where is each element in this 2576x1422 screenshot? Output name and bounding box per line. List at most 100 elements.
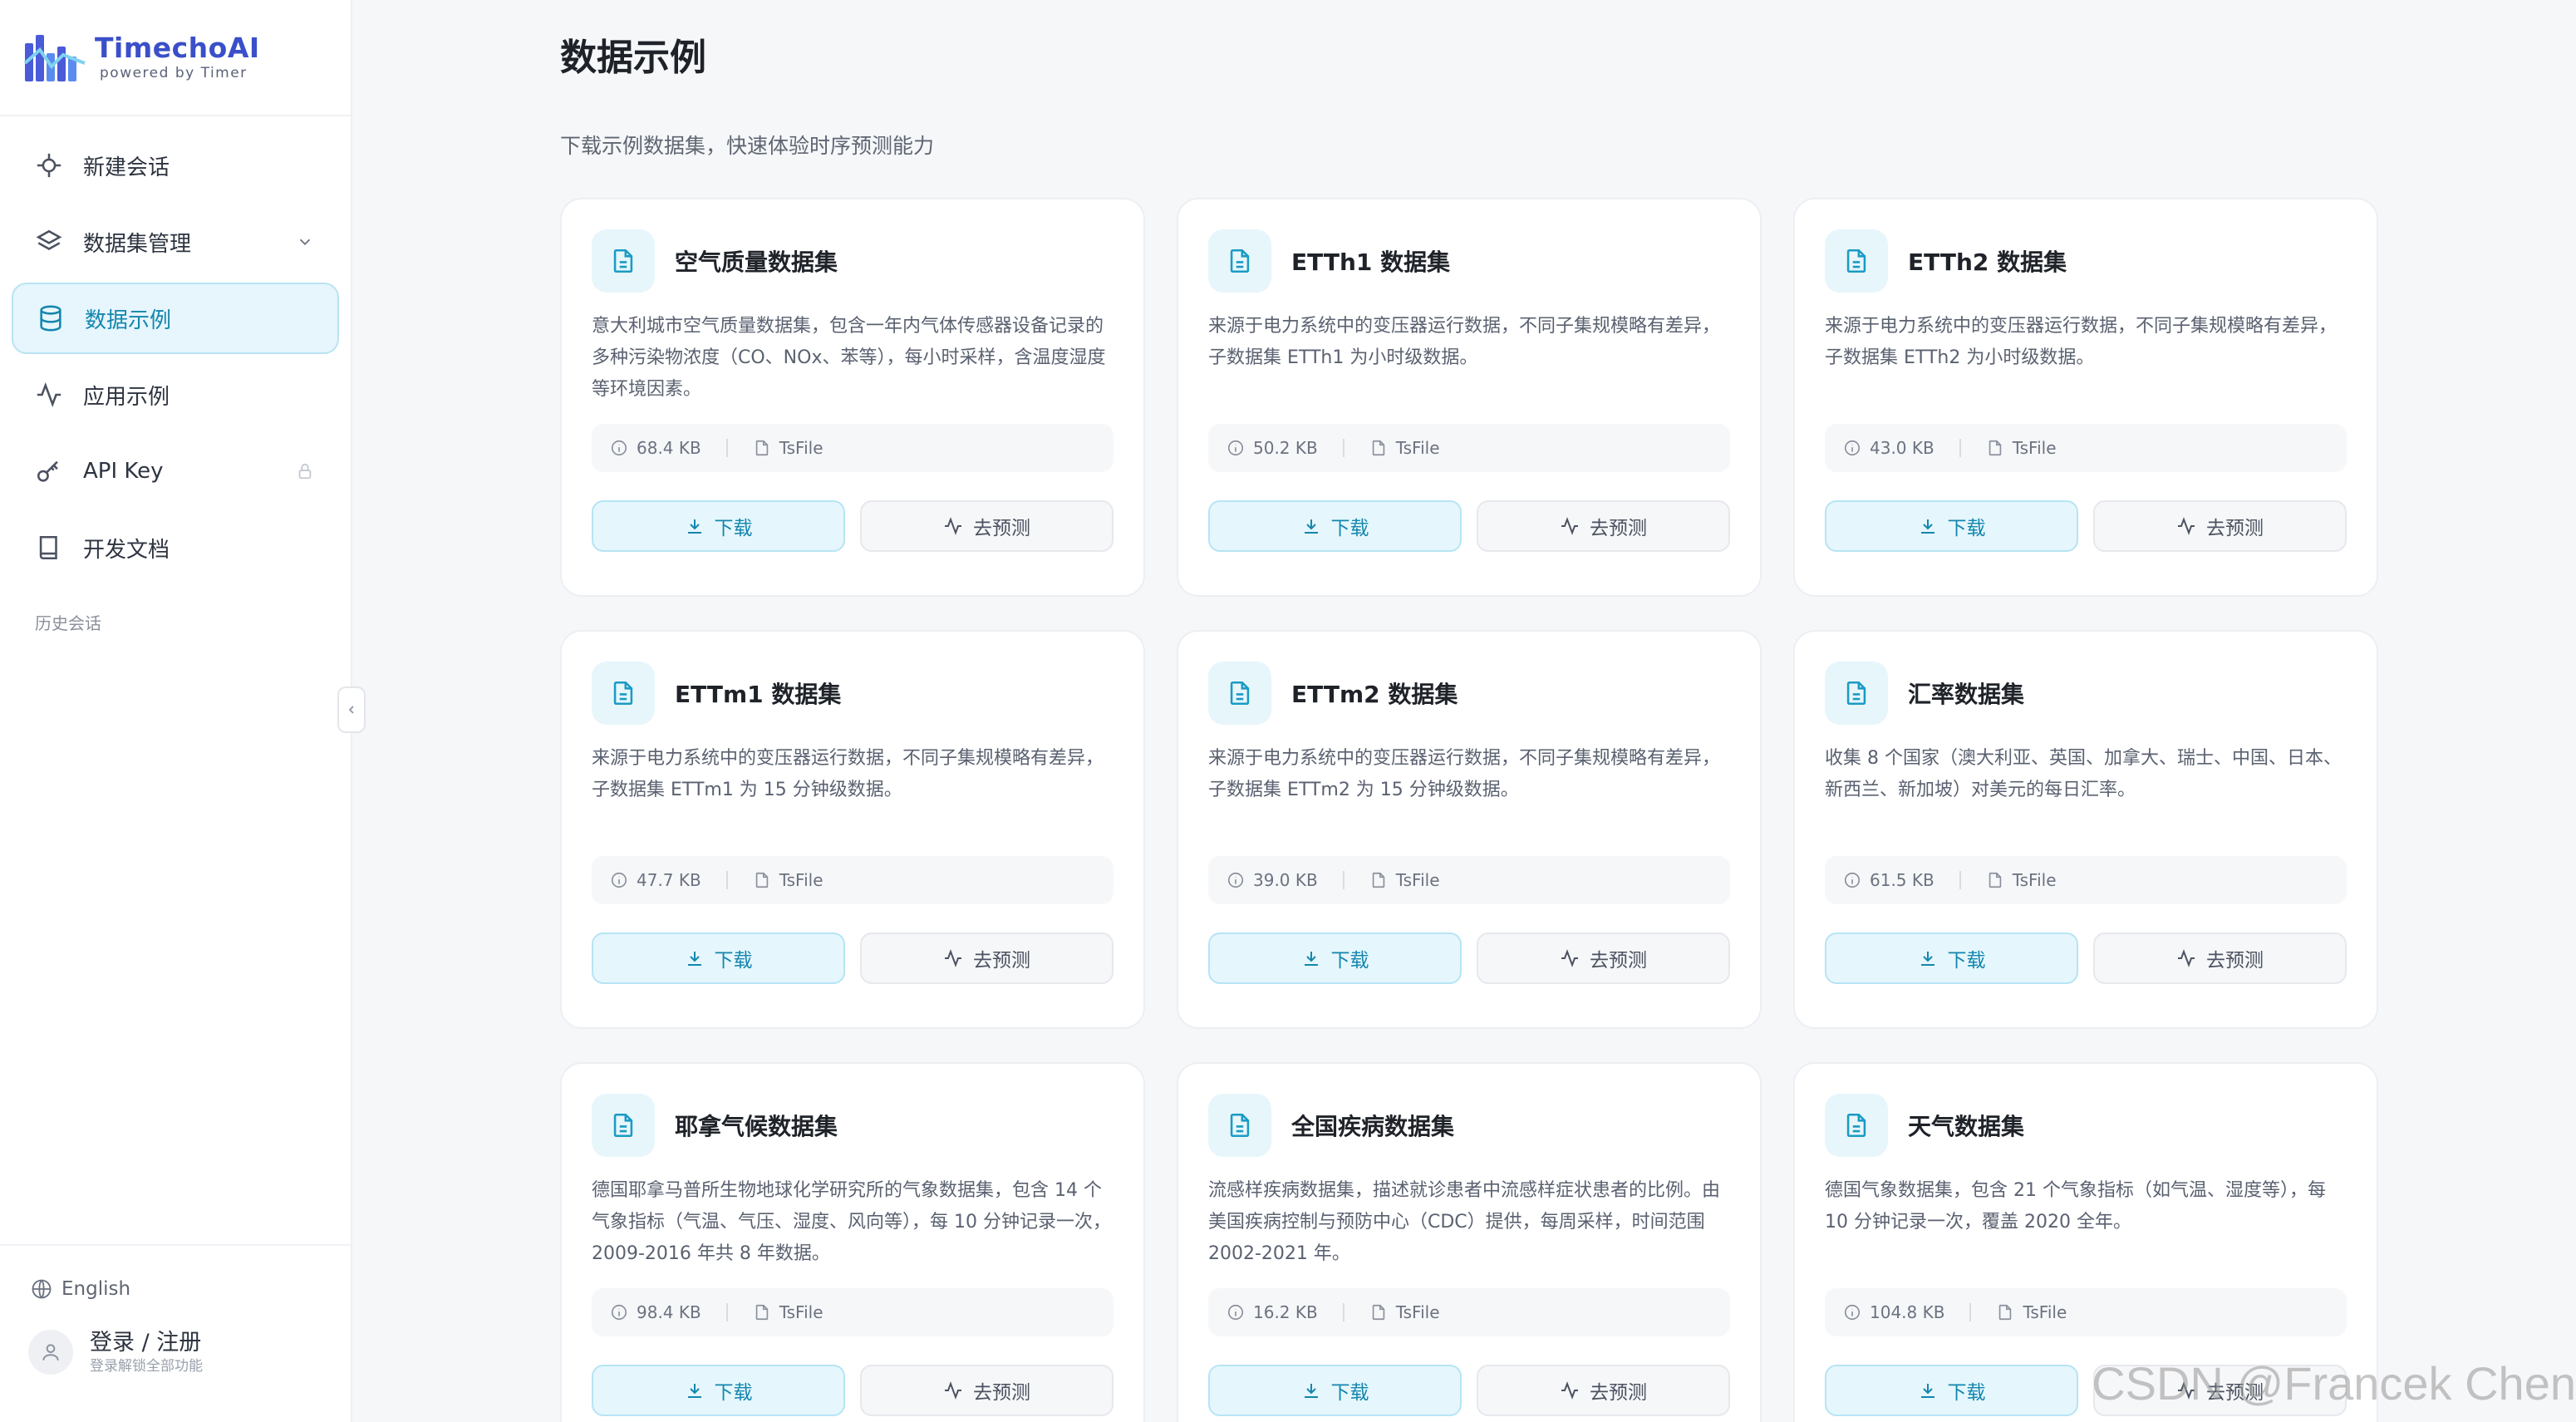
language-label: English (61, 1278, 131, 1300)
sidebar-collapse-button[interactable] (337, 686, 366, 733)
sidebar-item-app-examples[interactable]: 应用示例 (12, 359, 339, 431)
download-button[interactable]: 下载 (1825, 932, 2078, 984)
card-title: 空气质量数据集 (675, 248, 838, 276)
download-icon (1920, 952, 1934, 966)
download-button[interactable]: 下载 (1208, 1365, 1462, 1416)
meta-divider (1959, 439, 1961, 457)
card-icon-wrap (1208, 229, 1271, 293)
card-meta: 47.7 KB TsFile (592, 856, 1113, 904)
predict-button[interactable]: 去预测 (860, 932, 1113, 984)
activity-icon (2178, 949, 2195, 967)
predict-button[interactable]: 去预测 (2093, 932, 2347, 984)
login-register[interactable]: 登录 / 注册 登录解锁全部功能 (0, 1301, 351, 1375)
card-meta: 16.2 KB TsFile (1208, 1288, 1730, 1336)
file-icon (755, 440, 768, 456)
activity-icon (945, 1381, 961, 1400)
download-label: 下载 (1947, 950, 1986, 972)
download-button[interactable]: 下载 (592, 500, 845, 552)
card-icon-wrap (1208, 662, 1271, 725)
info-icon (611, 440, 627, 456)
card-meta: 68.4 KB TsFile (592, 424, 1113, 472)
activity-icon (1561, 949, 1578, 967)
card-meta: 50.2 KB TsFile (1208, 424, 1730, 472)
sidebar-item-dev-docs[interactable]: 开发文档 (12, 512, 339, 583)
file-icon (1372, 1304, 1384, 1321)
activity-icon (945, 517, 961, 535)
activity-icon (1561, 1381, 1578, 1400)
sidebar: TimechoAI powered by Timer 新建会话 数据集管理 数据… (0, 0, 366, 1422)
download-button[interactable]: 下载 (592, 1365, 845, 1416)
sidebar-item-dataset-management[interactable]: 数据集管理 (12, 206, 339, 278)
file-icon (1372, 872, 1384, 888)
file-text-icon (613, 248, 633, 273)
database-icon (40, 305, 61, 332)
download-icon (687, 952, 701, 966)
predict-label: 去预测 (2206, 518, 2264, 539)
meta-divider (725, 871, 728, 889)
file-format: TsFile (2012, 870, 2057, 890)
download-icon (1304, 1384, 1318, 1398)
card-icon-wrap (1825, 662, 1888, 725)
sidebar-item-data-examples[interactable]: 数据示例 (12, 283, 339, 354)
download-label: 下载 (714, 1382, 753, 1404)
download-label: 下载 (1330, 1382, 1369, 1404)
file-format: TsFile (779, 1302, 823, 1322)
download-icon (1920, 519, 1934, 534)
file-text-icon (1846, 681, 1866, 706)
file-text-icon (1230, 248, 1250, 273)
card-description: 德国气象数据集，包含 21 个气象指标（如气温、湿度等），每 10 分钟记录一次… (1825, 1180, 2326, 1233)
predict-button[interactable]: 去预测 (1477, 500, 1730, 552)
sidebar-nav: 新建会话 数据集管理 数据示例 应用示例 API Key 开发文档 历史会话 (0, 116, 351, 634)
predict-button[interactable]: 去预测 (860, 1365, 1113, 1416)
card-meta: 61.5 KB TsFile (1825, 856, 2347, 904)
file-format: TsFile (2023, 1302, 2067, 1322)
file-text-icon (1230, 681, 1250, 706)
file-icon (755, 872, 768, 888)
predict-button[interactable]: 去预测 (1477, 932, 1730, 984)
card-meta: 98.4 KB TsFile (592, 1288, 1113, 1336)
language-switch[interactable]: English (0, 1246, 351, 1301)
activity-icon (2178, 517, 2195, 535)
predict-button[interactable]: 去预测 (860, 500, 1113, 552)
info-icon (1227, 872, 1244, 888)
card-icon-wrap (1208, 1094, 1271, 1157)
download-button[interactable]: 下载 (1825, 1365, 2078, 1416)
download-button[interactable]: 下载 (1825, 500, 2078, 552)
timecho-logo-icon (23, 35, 86, 81)
file-format: TsFile (2012, 438, 2057, 458)
download-icon (687, 519, 701, 534)
file-format: TsFile (779, 870, 823, 890)
meta-divider (1342, 871, 1345, 889)
meta-divider (1969, 1303, 1972, 1321)
file-text-icon (1846, 1113, 1866, 1138)
download-button[interactable]: 下载 (592, 932, 845, 984)
sidebar-item-label: 数据集管理 (83, 231, 192, 257)
card-description: 收集 8 个国家（澳大利亚、英国、加拿大、瑞士、中国、日本、新西兰、新加坡）对美… (1825, 748, 2342, 800)
chevron-down-icon[interactable] (296, 233, 314, 251)
download-button[interactable]: 下载 (1208, 932, 1462, 984)
download-icon (1304, 952, 1318, 966)
dataset-card: 全国疾病数据集 流感样疾病数据集，描述就诊患者中流感样症状患者的比例。由美国疾病… (1177, 1062, 1762, 1422)
predict-button[interactable]: 去预测 (1477, 1365, 1730, 1416)
download-button[interactable]: 下载 (1208, 500, 1462, 552)
download-label: 下载 (1947, 518, 1986, 539)
card-title: 汇率数据集 (1908, 681, 2025, 708)
card-meta: 39.0 KB TsFile (1208, 856, 1730, 904)
meta-divider (1959, 871, 1961, 889)
dataset-card: 汇率数据集 收集 8 个国家（澳大利亚、英国、加拿大、瑞士、中国、日本、新西兰、… (1793, 630, 2378, 1029)
card-description: 德国耶拿马普所生物地球化学研究所的气象数据集，包含 14 个气象指标（气温、气压… (592, 1180, 1111, 1264)
brand[interactable]: TimechoAI powered by Timer (0, 0, 351, 116)
sidebar-item-label: API Key (83, 459, 164, 484)
dataset-card: ETTm2 数据集 来源于电力系统中的变压器运行数据，不同子集规模略有差异，子数… (1177, 630, 1762, 1029)
predict-button[interactable]: 去预测 (2093, 1365, 2347, 1416)
file-format: TsFile (1395, 870, 1440, 890)
sidebar-item-label: 新建会话 (83, 155, 170, 180)
predict-button[interactable]: 去预测 (2093, 500, 2347, 552)
file-text-icon (1846, 248, 1866, 273)
card-title: 耶拿气候数据集 (675, 1113, 838, 1140)
book-icon (39, 535, 57, 560)
sidebar-item-new-chat[interactable]: 新建会话 (12, 130, 339, 201)
download-icon (687, 1384, 701, 1398)
sidebar-item-api-key[interactable]: API Key (12, 435, 339, 507)
user-icon (42, 1344, 59, 1360)
